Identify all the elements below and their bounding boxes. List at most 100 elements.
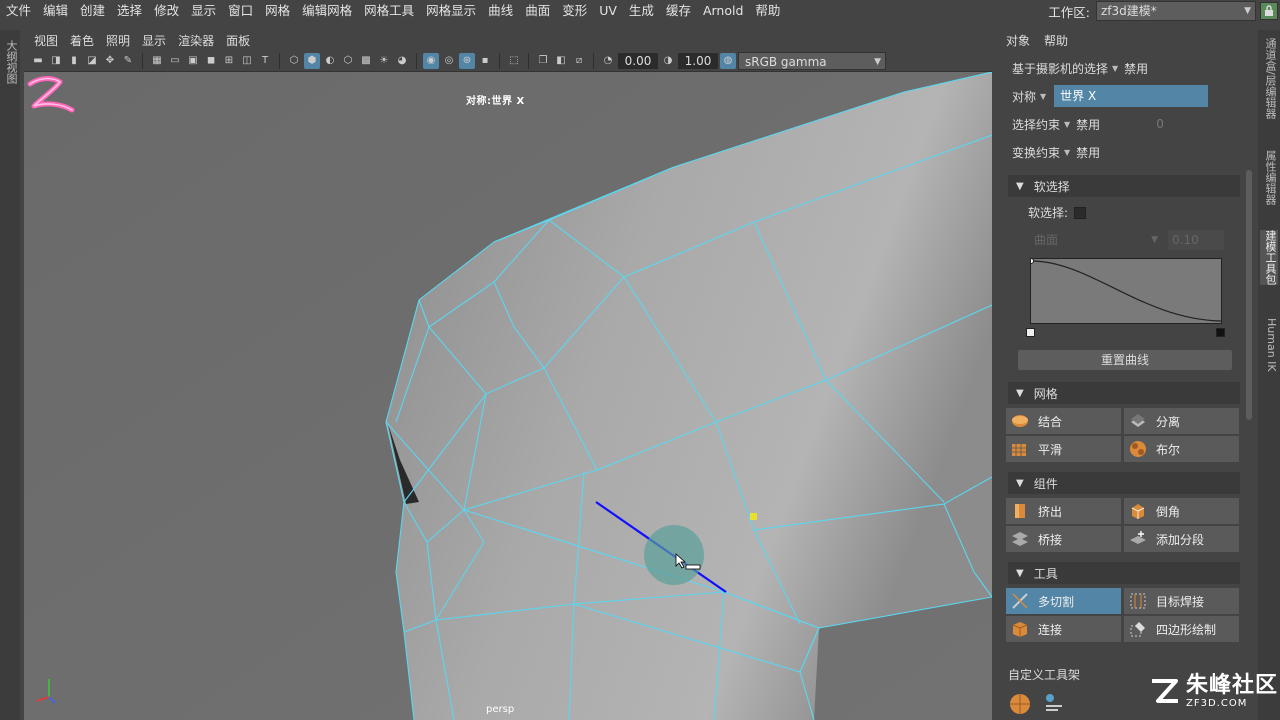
multisample-icon[interactable]: ❐ <box>535 53 551 69</box>
add-divisions-button[interactable]: 添加分段 <box>1124 526 1239 552</box>
isolate-icon[interactable]: ▪ <box>477 53 493 69</box>
camera-selection-row[interactable]: 基于摄影机的选择 ▼ 禁用 <box>1012 57 1148 79</box>
color-management-icon[interactable]: ◍ <box>720 52 736 69</box>
vp-menu-show[interactable]: 显示 <box>136 32 172 49</box>
textured-icon[interactable]: ▩ <box>358 53 374 69</box>
camera-attributes-icon[interactable]: ◨ <box>48 53 64 69</box>
falloff-mode-dropdown[interactable]: 曲面 <box>1024 230 1162 250</box>
menu-modify[interactable]: 修改 <box>148 0 185 22</box>
resolution-gate-icon[interactable]: ▣ <box>185 53 201 69</box>
menu-mesh-tools[interactable]: 网格工具 <box>358 0 420 22</box>
boolean-button[interactable]: 布尔 <box>1124 436 1239 462</box>
connect-button[interactable]: 连接 <box>1006 616 1121 642</box>
soft-select-section-header[interactable]: ▼ 软选择 <box>1008 175 1240 197</box>
toolkit-menu-object[interactable]: 对象 <box>1006 32 1030 49</box>
menu-deform[interactable]: 变形 <box>556 0 593 22</box>
lock-icon[interactable] <box>1260 2 1278 20</box>
xray-active-icon[interactable]: ◎ <box>441 53 457 69</box>
chevron-down-icon[interactable]: ▼ <box>1040 92 1046 101</box>
vp-menu-panels[interactable]: 面板 <box>220 32 256 49</box>
target-weld-button[interactable]: 目标焊接 <box>1124 588 1239 614</box>
smooth-button[interactable]: 平滑 <box>1006 436 1121 462</box>
menu-generate[interactable]: 生成 <box>623 0 660 22</box>
falloff-radius-field[interactable]: 0.10 <box>1168 230 1224 250</box>
menu-display[interactable]: 显示 <box>185 0 222 22</box>
menu-arnold[interactable]: Arnold <box>697 0 749 22</box>
components-section-header[interactable]: ▼ 组件 <box>1008 472 1240 494</box>
gamma-icon[interactable]: ◑ <box>660 53 676 69</box>
curve-start-handle[interactable] <box>1026 328 1035 337</box>
menu-help[interactable]: 帮助 <box>749 0 786 22</box>
xray-joints-icon[interactable]: ⊛ <box>459 52 475 69</box>
grease-pencil-icon[interactable]: ✎ <box>120 53 136 69</box>
camera-icon[interactable]: ▬ <box>30 53 46 69</box>
workspace-dropdown[interactable]: zf3d建模* <box>1096 1 1256 21</box>
soft-select-checkbox[interactable] <box>1074 206 1087 219</box>
menu-cache[interactable]: 缓存 <box>660 0 697 22</box>
vp-menu-renderer[interactable]: 渲染器 <box>172 32 220 49</box>
tools-section-header[interactable]: ▼ 工具 <box>1008 562 1240 584</box>
shadows-icon[interactable]: ◕ <box>394 53 410 69</box>
menu-uv[interactable]: UV <box>593 0 623 22</box>
xray-icon[interactable]: ◉ <box>423 52 439 69</box>
shelf-sphere-icon[interactable] <box>1008 692 1032 719</box>
combine-button[interactable]: 结合 <box>1006 408 1121 434</box>
menu-create[interactable]: 创建 <box>74 0 111 22</box>
2d-pan-icon[interactable]: ✥ <box>102 53 118 69</box>
default-material-icon[interactable]: ◐ <box>322 53 338 69</box>
menu-select[interactable]: 选择 <box>111 0 148 22</box>
curve-end-handle[interactable] <box>1216 328 1225 337</box>
tab-modeling-toolkit[interactable]: 建模工具包 <box>1260 230 1278 285</box>
outliner-tab[interactable]: 大纲视图 <box>3 40 19 84</box>
viewport-canvas[interactable]: 对称:世界 X persp <box>24 72 992 720</box>
field-chart-icon[interactable]: ⊞ <box>221 53 237 69</box>
menu-curves[interactable]: 曲线 <box>482 0 519 22</box>
menu-file[interactable]: 文件 <box>0 0 37 22</box>
motion-blur-icon[interactable]: ⧄ <box>571 53 587 69</box>
toolkit-menu-help[interactable]: 帮助 <box>1044 32 1068 49</box>
ambient-occlusion-icon[interactable]: ◧ <box>553 53 569 69</box>
gamma-field[interactable]: 1.00 <box>678 52 718 69</box>
select-constraint-row[interactable]: 选择约束 ▼ 禁用 0 <box>1012 113 1164 135</box>
toolkit-scrollbar[interactable] <box>1244 50 1254 650</box>
falloff-curve-graph[interactable] <box>1028 258 1222 324</box>
tab-human-ik[interactable]: Human IK <box>1260 318 1278 372</box>
safe-title-icon[interactable]: T <box>257 53 273 69</box>
vp-menu-view[interactable]: 视图 <box>28 32 64 49</box>
vp-menu-shading[interactable]: 着色 <box>64 32 100 49</box>
mesh-section-header[interactable]: ▼ 网格 <box>1008 382 1240 404</box>
tab-attribute-editor[interactable]: 属性编辑器 <box>1260 150 1278 205</box>
menu-edit[interactable]: 编辑 <box>37 0 74 22</box>
wireframe-icon[interactable]: ⬡ <box>286 53 302 69</box>
bevel-button[interactable]: 倒角 <box>1124 498 1239 524</box>
smooth-shade-icon[interactable]: ⬢ <box>304 52 320 69</box>
menu-mesh-display[interactable]: 网格显示 <box>420 0 482 22</box>
lights-icon[interactable]: ☀ <box>376 53 392 69</box>
film-gate-icon[interactable]: ▭ <box>167 53 183 69</box>
grid-icon[interactable]: ▦ <box>149 53 165 69</box>
scrollbar-thumb[interactable] <box>1246 170 1252 420</box>
exposure-icon[interactable]: ◔ <box>600 53 616 69</box>
menu-mesh[interactable]: 网格 <box>259 0 296 22</box>
reset-curve-button[interactable]: 重置曲线 <box>1018 350 1232 370</box>
exposure-field[interactable]: 0.00 <box>618 52 658 69</box>
extrude-button[interactable]: 挤出 <box>1006 498 1121 524</box>
menu-edit-mesh[interactable]: 编辑网格 <box>296 0 358 22</box>
select-camera-icon[interactable]: ⬚ <box>506 53 522 69</box>
menu-surfaces[interactable]: 曲面 <box>519 0 556 22</box>
separate-button[interactable]: 分离 <box>1124 408 1239 434</box>
vp-menu-lighting[interactable]: 照明 <box>100 32 136 49</box>
quad-draw-button[interactable]: 四边形绘制 <box>1124 616 1239 642</box>
menu-windows[interactable]: 窗口 <box>222 0 259 22</box>
image-plane-icon[interactable]: ◪ <box>84 53 100 69</box>
transform-constraint-row[interactable]: 变换约束 ▼ 禁用 <box>1012 141 1100 163</box>
tab-channel-box[interactable]: 通道盒/层编辑器 <box>1260 38 1278 119</box>
safe-action-icon[interactable]: ◫ <box>239 53 255 69</box>
gate-mask-icon[interactable]: ◼ <box>203 53 219 69</box>
bookmark-icon[interactable]: ▮ <box>66 53 82 69</box>
multi-cut-button[interactable]: 多切割 <box>1006 588 1121 614</box>
bridge-button[interactable]: 桥接 <box>1006 526 1121 552</box>
color-space-dropdown[interactable]: sRGB gamma <box>738 51 886 71</box>
wireframe-on-shaded-icon[interactable]: ⬡ <box>340 53 356 69</box>
shelf-tool-icon[interactable] <box>1042 692 1066 719</box>
